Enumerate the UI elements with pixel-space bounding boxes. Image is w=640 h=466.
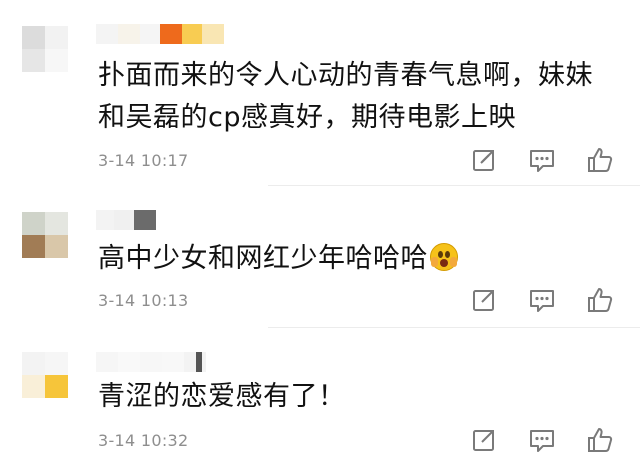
username[interactable] xyxy=(96,210,158,230)
comment-actions xyxy=(468,286,618,314)
comment-timestamp: 3-14 10:13 xyxy=(98,291,189,310)
username[interactable] xyxy=(96,24,226,44)
comment-item: 扑面而来的令人心动的青春气息啊，妹妹 和吴磊的cp感真好，期待电影上映 3-14… xyxy=(0,0,640,186)
thumbs-up-icon[interactable] xyxy=(586,146,614,174)
comment-actions xyxy=(468,146,618,174)
avatar[interactable] xyxy=(22,212,68,258)
share-icon[interactable] xyxy=(470,286,498,314)
thumbs-up-icon[interactable] xyxy=(586,426,614,454)
thumbs-up-icon[interactable] xyxy=(586,286,614,314)
comment-actions xyxy=(468,426,618,454)
share-icon[interactable] xyxy=(470,426,498,454)
comment-text: 青涩的恋爱感有了！ xyxy=(98,381,346,412)
comment-icon[interactable] xyxy=(528,146,556,174)
comment-text: 扑面而来的令人心动的青春气息啊，妹妹 和吴磊的cp感真好，期待电影上映 xyxy=(98,60,593,133)
comment-icon[interactable] xyxy=(528,426,556,454)
comment-timestamp: 3-14 10:17 xyxy=(98,151,189,170)
comment-item: 青涩的恋爱感有了！ 3-14 10:32 xyxy=(0,328,640,466)
avatar[interactable] xyxy=(22,26,68,72)
comment-icon[interactable] xyxy=(528,286,556,314)
username[interactable] xyxy=(96,352,296,372)
share-icon[interactable] xyxy=(470,146,498,174)
avatar[interactable] xyxy=(22,352,68,398)
comment-text: 高中少女和网红少年哈哈哈 xyxy=(98,238,608,280)
comment-item: 高中少女和网红少年哈哈哈 3-14 10:13 xyxy=(0,186,640,328)
screaming-face-emoji xyxy=(430,243,458,271)
comment-timestamp: 3-14 10:32 xyxy=(98,431,189,450)
